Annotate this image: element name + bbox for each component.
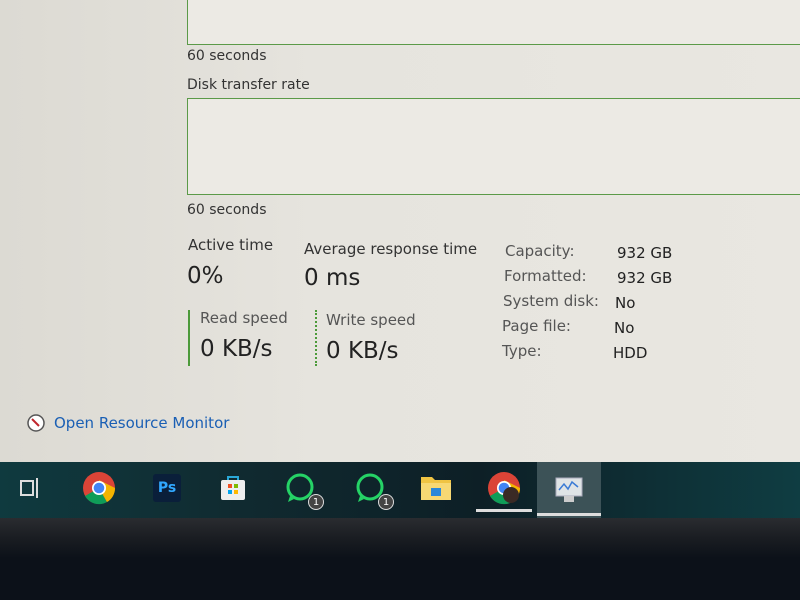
read-speed-value: 0 KB/s [200, 336, 273, 362]
write-speed-value: 0 KB/s [326, 338, 399, 364]
avg-response-value: 0 ms [304, 265, 361, 291]
type-value: HDD [613, 344, 648, 362]
taskbar-file-explorer-button[interactable] [416, 468, 456, 508]
task-manager-disk-panel: 60 seconds Disk transfer rate 60 seconds… [0, 0, 800, 462]
formatted-key: Formatted: [504, 267, 587, 285]
notification-badge: 1 [378, 494, 394, 510]
disk-transfer-label: Disk transfer rate [187, 77, 310, 93]
taskbar-whatsapp-button-1[interactable]: 1 [280, 468, 324, 510]
graph-time-caption: 60 seconds [187, 202, 267, 218]
photoshop-icon: Ps [153, 474, 181, 502]
system-disk-key: System disk: [503, 292, 599, 310]
file-explorer-icon [421, 477, 451, 500]
capacity-key: Capacity: [505, 242, 575, 260]
active-time-graph [187, 0, 800, 45]
read-speed-legend-line [188, 310, 190, 366]
taskbar-chrome-button[interactable] [79, 468, 119, 508]
open-resource-monitor-link[interactable]: Open Resource Monitor [26, 413, 229, 433]
chrome-icon [83, 472, 116, 505]
notification-badge: 1 [308, 494, 324, 510]
task-view-button[interactable] [10, 468, 50, 508]
taskbar-chrome-profile-button[interactable] [476, 468, 532, 512]
running-indicator [476, 509, 532, 512]
disk-transfer-graph [187, 98, 800, 195]
active-indicator [537, 513, 601, 516]
page-file-value: No [614, 319, 635, 337]
read-speed-label: Read speed [200, 309, 288, 327]
taskbar-store-button[interactable] [213, 468, 253, 508]
taskbar-task-manager-button[interactable] [537, 462, 601, 518]
active-time-label: Active time [188, 236, 274, 254]
microsoft-store-icon [221, 476, 245, 500]
avg-response-label: Average response time [304, 240, 478, 258]
type-key: Type: [502, 342, 542, 360]
system-disk-value: No [615, 294, 636, 312]
open-resource-monitor-text[interactable]: Open Resource Monitor [54, 414, 229, 432]
task-manager-icon [555, 477, 583, 502]
graph-time-caption: 60 seconds [187, 48, 267, 64]
taskbar-whatsapp-button-2[interactable]: 1 [350, 468, 394, 510]
write-speed-label: Write speed [326, 311, 416, 329]
task-view-icon [20, 478, 38, 498]
write-speed-legend-line [315, 310, 317, 366]
resource-monitor-icon [27, 414, 45, 432]
formatted-value: 932 GB [617, 269, 673, 287]
active-time-value: 0% [187, 263, 224, 289]
chrome-profile-icon [488, 472, 521, 505]
page-file-key: Page file: [502, 317, 571, 335]
capacity-value: 932 GB [617, 244, 673, 262]
taskbar: Ps 1 1 [0, 462, 800, 518]
taskbar-photoshop-button[interactable]: Ps [147, 468, 187, 508]
monitor-bezel [0, 518, 800, 600]
